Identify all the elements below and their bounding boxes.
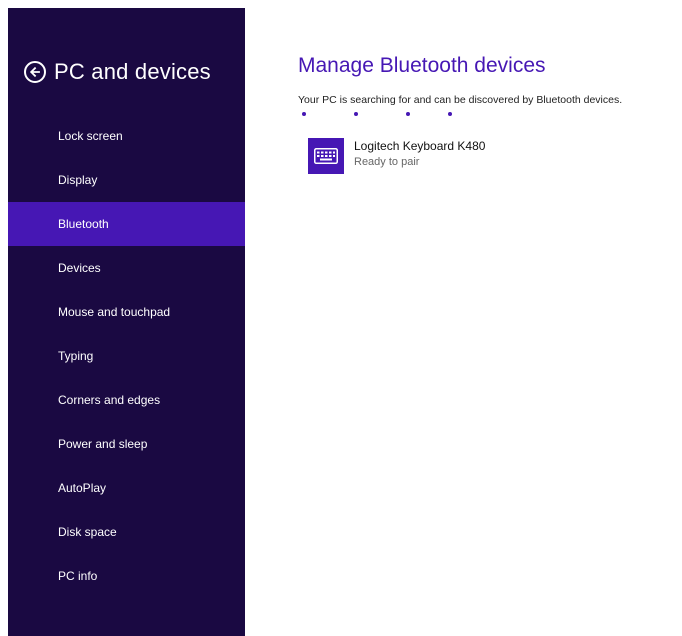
sidebar-item-disk-space[interactable]: Disk space [8, 510, 245, 554]
sidebar-item-power-and-sleep[interactable]: Power and sleep [8, 422, 245, 466]
sidebar-item-label: Display [58, 173, 98, 187]
sidebar-item-label: PC info [58, 569, 98, 583]
sidebar-item-autoplay[interactable]: AutoPlay [8, 466, 245, 510]
device-text: Logitech Keyboard K480 Ready to pair [354, 139, 485, 168]
keyboard-glyph [314, 148, 338, 164]
sidebar-item-label: Lock screen [58, 129, 123, 143]
keyboard-icon [308, 138, 344, 174]
sidebar-item-label: Bluetooth [58, 217, 109, 231]
settings-window: PC and devices Lock screen Display Bluet… [0, 0, 682, 636]
sidebar-nav: Lock screen Display Bluetooth Devices Mo… [8, 114, 245, 598]
sidebar-item-typing[interactable]: Typing [8, 334, 245, 378]
back-arrow-icon[interactable] [24, 61, 46, 83]
page-title: Manage Bluetooth devices [298, 54, 546, 77]
device-status: Ready to pair [354, 156, 420, 168]
sidebar-item-bluetooth[interactable]: Bluetooth [8, 202, 245, 246]
progress-dot [406, 112, 410, 116]
sidebar-item-label: Disk space [58, 525, 117, 539]
sidebar-item-label: Power and sleep [58, 437, 148, 451]
sidebar-title: PC and devices [54, 59, 211, 84]
device-name: Logitech Keyboard K480 [354, 139, 486, 153]
sidebar-item-corners-and-edges[interactable]: Corners and edges [8, 378, 245, 422]
sidebar-item-label: Corners and edges [58, 393, 161, 407]
sidebar-item-devices[interactable]: Devices [8, 246, 245, 290]
sidebar-item-pc-info[interactable]: PC info [8, 554, 245, 598]
progress-dot [354, 112, 358, 116]
sidebar-header: PC and devices [24, 56, 211, 88]
main-content: Manage Bluetooth devices Your PC is sear… [298, 54, 682, 174]
device-item-logitech-keyboard[interactable]: Logitech Keyboard K480 Ready to pair [308, 138, 682, 174]
searching-status-text: Your PC is searching for and can be disc… [298, 94, 623, 106]
sidebar-item-mouse-and-touchpad[interactable]: Mouse and touchpad [8, 290, 245, 334]
sidebar-item-lock-screen[interactable]: Lock screen [8, 114, 245, 158]
arrow-left-icon [29, 66, 40, 78]
sidebar-item-display[interactable]: Display [8, 158, 245, 202]
sidebar: PC and devices Lock screen Display Bluet… [8, 8, 245, 636]
progress-dots [298, 112, 682, 120]
sidebar-item-label: Devices [58, 261, 101, 275]
sidebar-item-label: Typing [58, 349, 94, 363]
sidebar-item-label: Mouse and touchpad [58, 305, 171, 319]
progress-dot [302, 112, 306, 116]
progress-dot [448, 112, 452, 116]
sidebar-item-label: AutoPlay [58, 481, 107, 495]
